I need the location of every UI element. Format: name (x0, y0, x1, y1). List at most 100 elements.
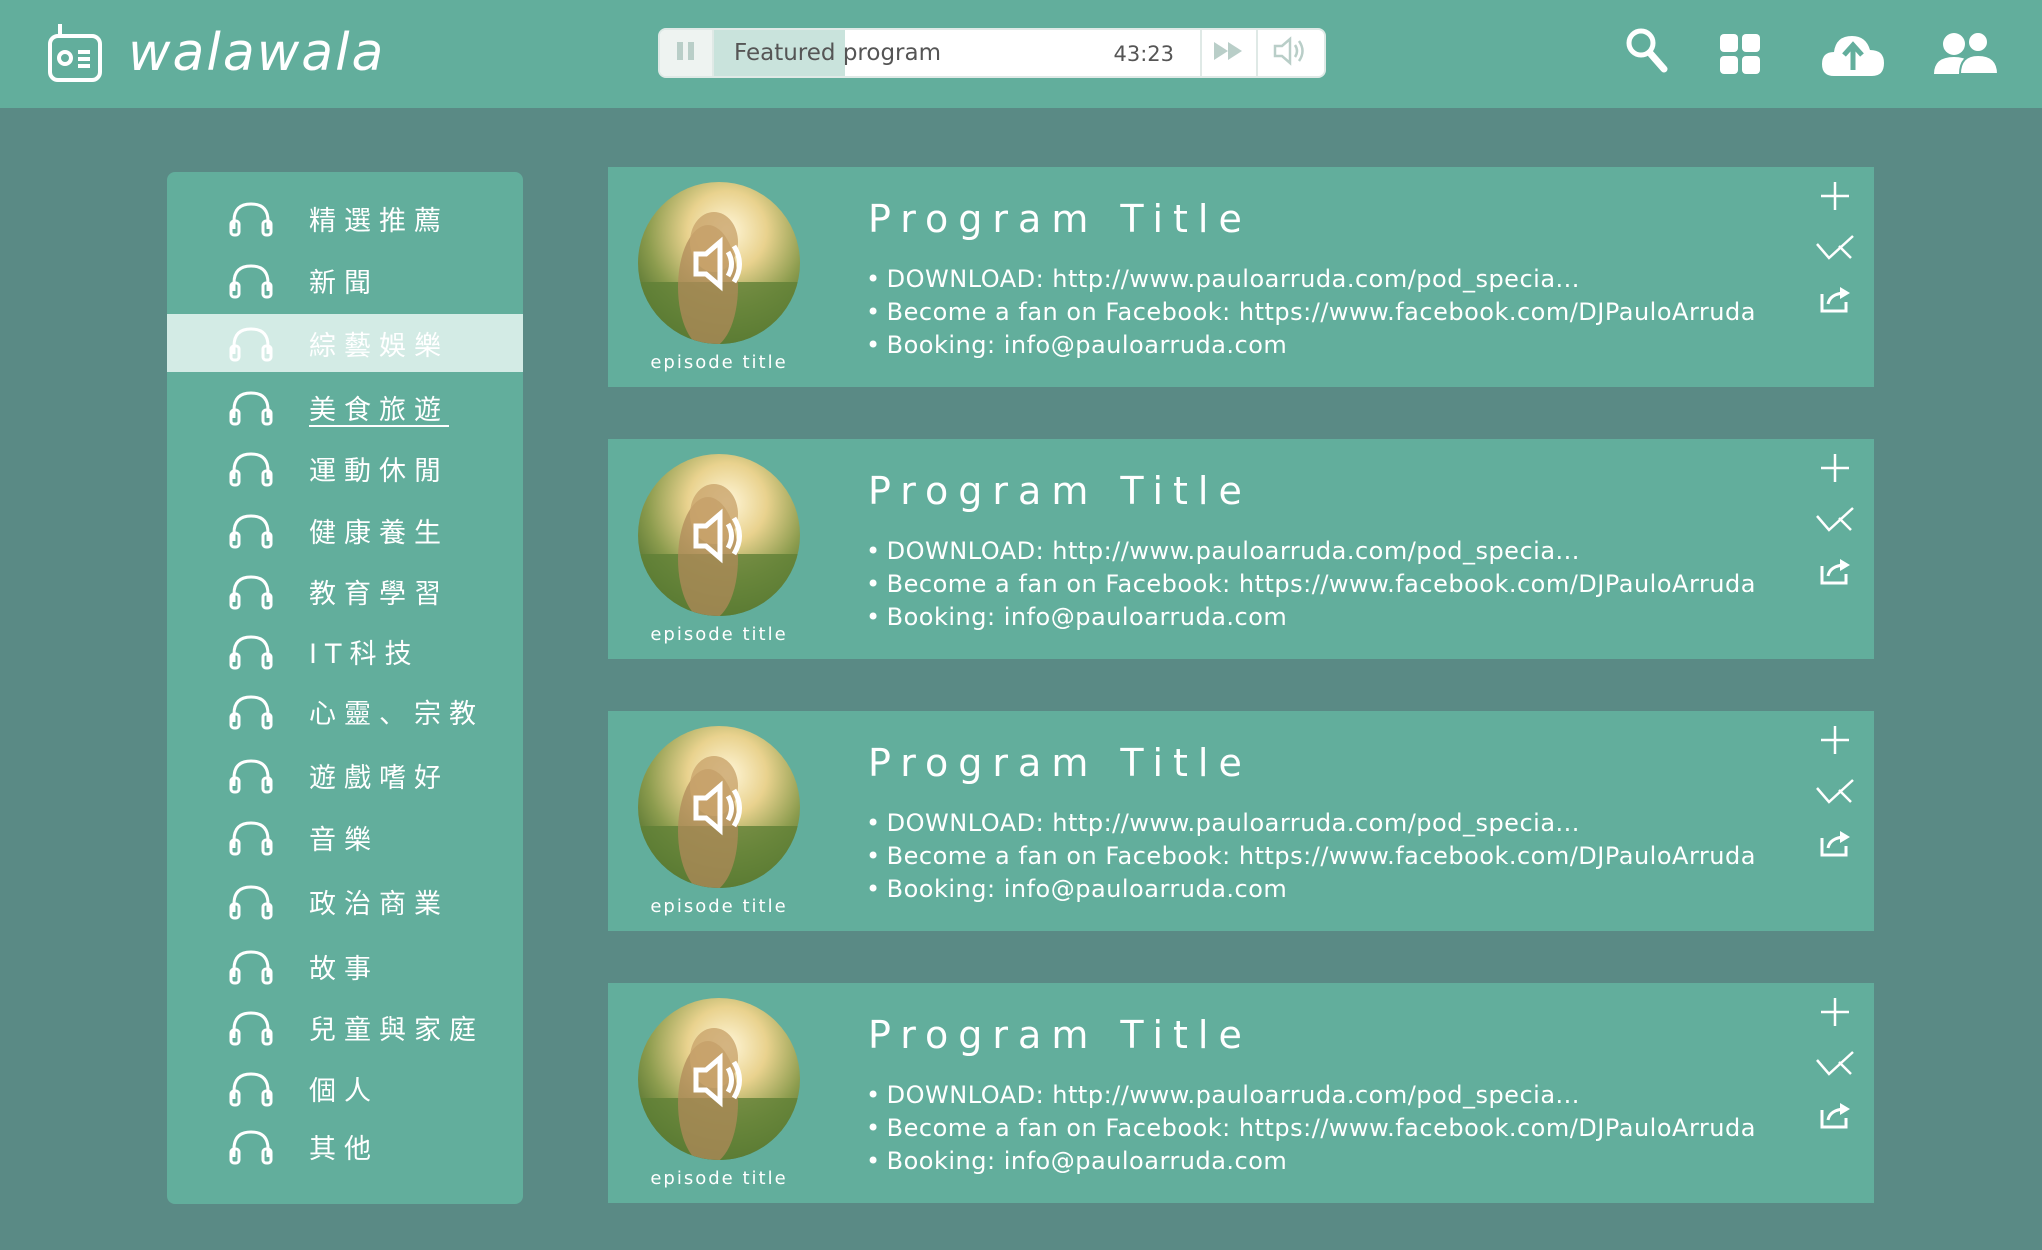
headphones-icon (229, 1010, 273, 1050)
sidebar-item-label: 遊戲嗜好 (309, 763, 449, 794)
sidebar-item[interactable]: 運動休閒 (167, 439, 523, 497)
volume-icon (1271, 34, 1311, 72)
program-info-line: DOWNLOAD: http://www.pauloarruda.com/pod… (866, 263, 1756, 296)
check-icon[interactable] (1815, 776, 1855, 810)
users-icon[interactable] (1930, 30, 2002, 80)
app-name: walawala (128, 23, 386, 83)
add-icon[interactable] (1818, 723, 1852, 761)
volume-button[interactable] (1258, 30, 1324, 76)
program-info-line: Become a fan on Facebook: https://www.fa… (866, 296, 1756, 329)
add-icon[interactable] (1818, 995, 1852, 1033)
program-info: DOWNLOAD: http://www.pauloarruda.com/pod… (866, 807, 1756, 906)
sidebar-item-label: 故事 (309, 954, 379, 985)
program-card[interactable]: episode title Program Title DOWNLOAD: http… (608, 711, 1874, 931)
sidebar-item[interactable]: 心靈、宗教 (167, 682, 523, 740)
pause-button[interactable] (660, 30, 714, 76)
episode-title: episode title (650, 896, 788, 917)
share-icon[interactable] (1818, 284, 1852, 318)
radio-icon (46, 22, 104, 84)
sidebar-item[interactable]: 音樂 (167, 808, 523, 866)
cloud-upload-icon[interactable] (1820, 30, 1886, 82)
episode-thumbnail[interactable] (638, 998, 800, 1160)
share-icon[interactable] (1818, 556, 1852, 590)
sidebar-item-label: 兒童與家庭 (309, 1015, 484, 1046)
fast-forward-button[interactable] (1202, 30, 1258, 76)
program-card[interactable]: episode title Program Title DOWNLOAD: http… (608, 983, 1874, 1203)
top-bar: walawala Featured program 43:23 (0, 0, 2042, 108)
episode-thumbnail[interactable] (638, 454, 800, 616)
share-icon[interactable] (1818, 828, 1852, 862)
headphones-icon (229, 390, 273, 430)
program-info: DOWNLOAD: http://www.pauloarruda.com/pod… (866, 1079, 1756, 1178)
headphones-icon (229, 694, 273, 734)
program-info-line: DOWNLOAD: http://www.pauloarruda.com/pod… (866, 535, 1756, 568)
program-title[interactable]: Program Title (868, 1013, 1252, 1057)
sidebar-item[interactable]: 個人 (167, 1059, 523, 1117)
program-info-line: DOWNLOAD: http://www.pauloarruda.com/pod… (866, 1079, 1756, 1112)
share-icon[interactable] (1818, 1100, 1852, 1134)
program-info: DOWNLOAD: http://www.pauloarruda.com/pod… (866, 535, 1756, 634)
sidebar-item[interactable]: 遊戲嗜好 (167, 746, 523, 804)
pause-icon (674, 39, 698, 67)
program-info-line: DOWNLOAD: http://www.pauloarruda.com/pod… (866, 807, 1756, 840)
headphones-icon (229, 326, 273, 366)
sidebar-item-label: 美食旅遊 (309, 395, 449, 426)
sidebar-item-label: 心靈、宗教 (309, 699, 484, 730)
sidebar-item[interactable]: 綜藝娛樂 (167, 314, 523, 372)
episode-thumbnail[interactable] (638, 726, 800, 888)
sidebar-item-label: 健康養生 (309, 518, 449, 549)
check-icon[interactable] (1815, 232, 1855, 266)
sidebar-item-label: 綜藝娛樂 (309, 331, 449, 362)
audio-player: Featured program 43:23 (658, 28, 1326, 78)
logo[interactable]: walawala (46, 22, 385, 84)
episode-title: episode title (650, 352, 788, 373)
program-title[interactable]: Program Title (868, 469, 1252, 513)
sidebar-item-label: 教育學習 (309, 579, 449, 610)
headphones-icon (229, 1071, 273, 1111)
sidebar-item[interactable]: 精選推薦 (167, 189, 523, 247)
progress-track[interactable]: Featured program 43:23 (714, 30, 1202, 76)
sidebar-item-label: 運動休閒 (309, 456, 449, 487)
episode-thumbnail[interactable] (638, 182, 800, 344)
episode-title: episode title (650, 624, 788, 645)
program-info-line: Booking: info@pauloarruda.com (866, 873, 1756, 906)
sidebar-item[interactable]: 新聞 (167, 251, 523, 309)
headphones-icon (229, 1129, 273, 1169)
sidebar-item[interactable]: 政治商業 (167, 872, 523, 930)
track-title: Featured program (734, 40, 941, 66)
sidebar-item-label: 個人 (309, 1076, 379, 1107)
program-card[interactable]: episode title Program Title DOWNLOAD: http… (608, 439, 1874, 659)
check-icon[interactable] (1815, 1048, 1855, 1082)
sidebar-item[interactable]: 其他 (167, 1117, 523, 1175)
search-icon[interactable] (1624, 26, 1668, 80)
headphones-icon (229, 820, 273, 860)
sidebar-item-label: 音樂 (309, 825, 379, 856)
category-sidebar: 精選推薦新聞綜藝娛樂美食旅遊運動休閒健康養生教育學習 IT科技心靈、宗教遊戲嗜好音… (167, 172, 523, 1204)
sidebar-item[interactable]: 兒童與家庭 (167, 998, 523, 1056)
add-icon[interactable] (1818, 451, 1852, 489)
fast-forward-icon (1212, 40, 1246, 66)
program-title[interactable]: Program Title (868, 741, 1252, 785)
sidebar-item-label: IT科技 (309, 639, 420, 670)
program-info-line: Become a fan on Facebook: https://www.fa… (866, 568, 1756, 601)
sidebar-item-label: 精選推薦 (309, 206, 449, 237)
headphones-icon (229, 634, 273, 674)
check-icon[interactable] (1815, 504, 1855, 538)
sidebar-item[interactable]: 美食旅遊 (167, 378, 523, 436)
program-info-line: Booking: info@pauloarruda.com (866, 329, 1756, 362)
headphones-icon (229, 513, 273, 553)
sidebar-item[interactable]: 健康養生 (167, 501, 523, 559)
headphones-icon (229, 884, 273, 924)
grid-icon[interactable] (1718, 32, 1762, 80)
program-title[interactable]: Program Title (868, 197, 1252, 241)
add-icon[interactable] (1818, 179, 1852, 217)
program-info-line: Booking: info@pauloarruda.com (866, 1145, 1756, 1178)
program-card[interactable]: episode title Program Title DOWNLOAD: http… (608, 167, 1874, 387)
sidebar-item[interactable]: 故事 (167, 937, 523, 995)
headphones-icon (229, 263, 273, 303)
track-time: 43:23 (1113, 42, 1174, 66)
sidebar-item[interactable]: 教育學習 (167, 562, 523, 620)
sidebar-item[interactable]: IT科技 (167, 622, 523, 680)
sidebar-item-label: 新聞 (309, 268, 379, 299)
sidebar-item-label: 其他 (309, 1134, 379, 1165)
